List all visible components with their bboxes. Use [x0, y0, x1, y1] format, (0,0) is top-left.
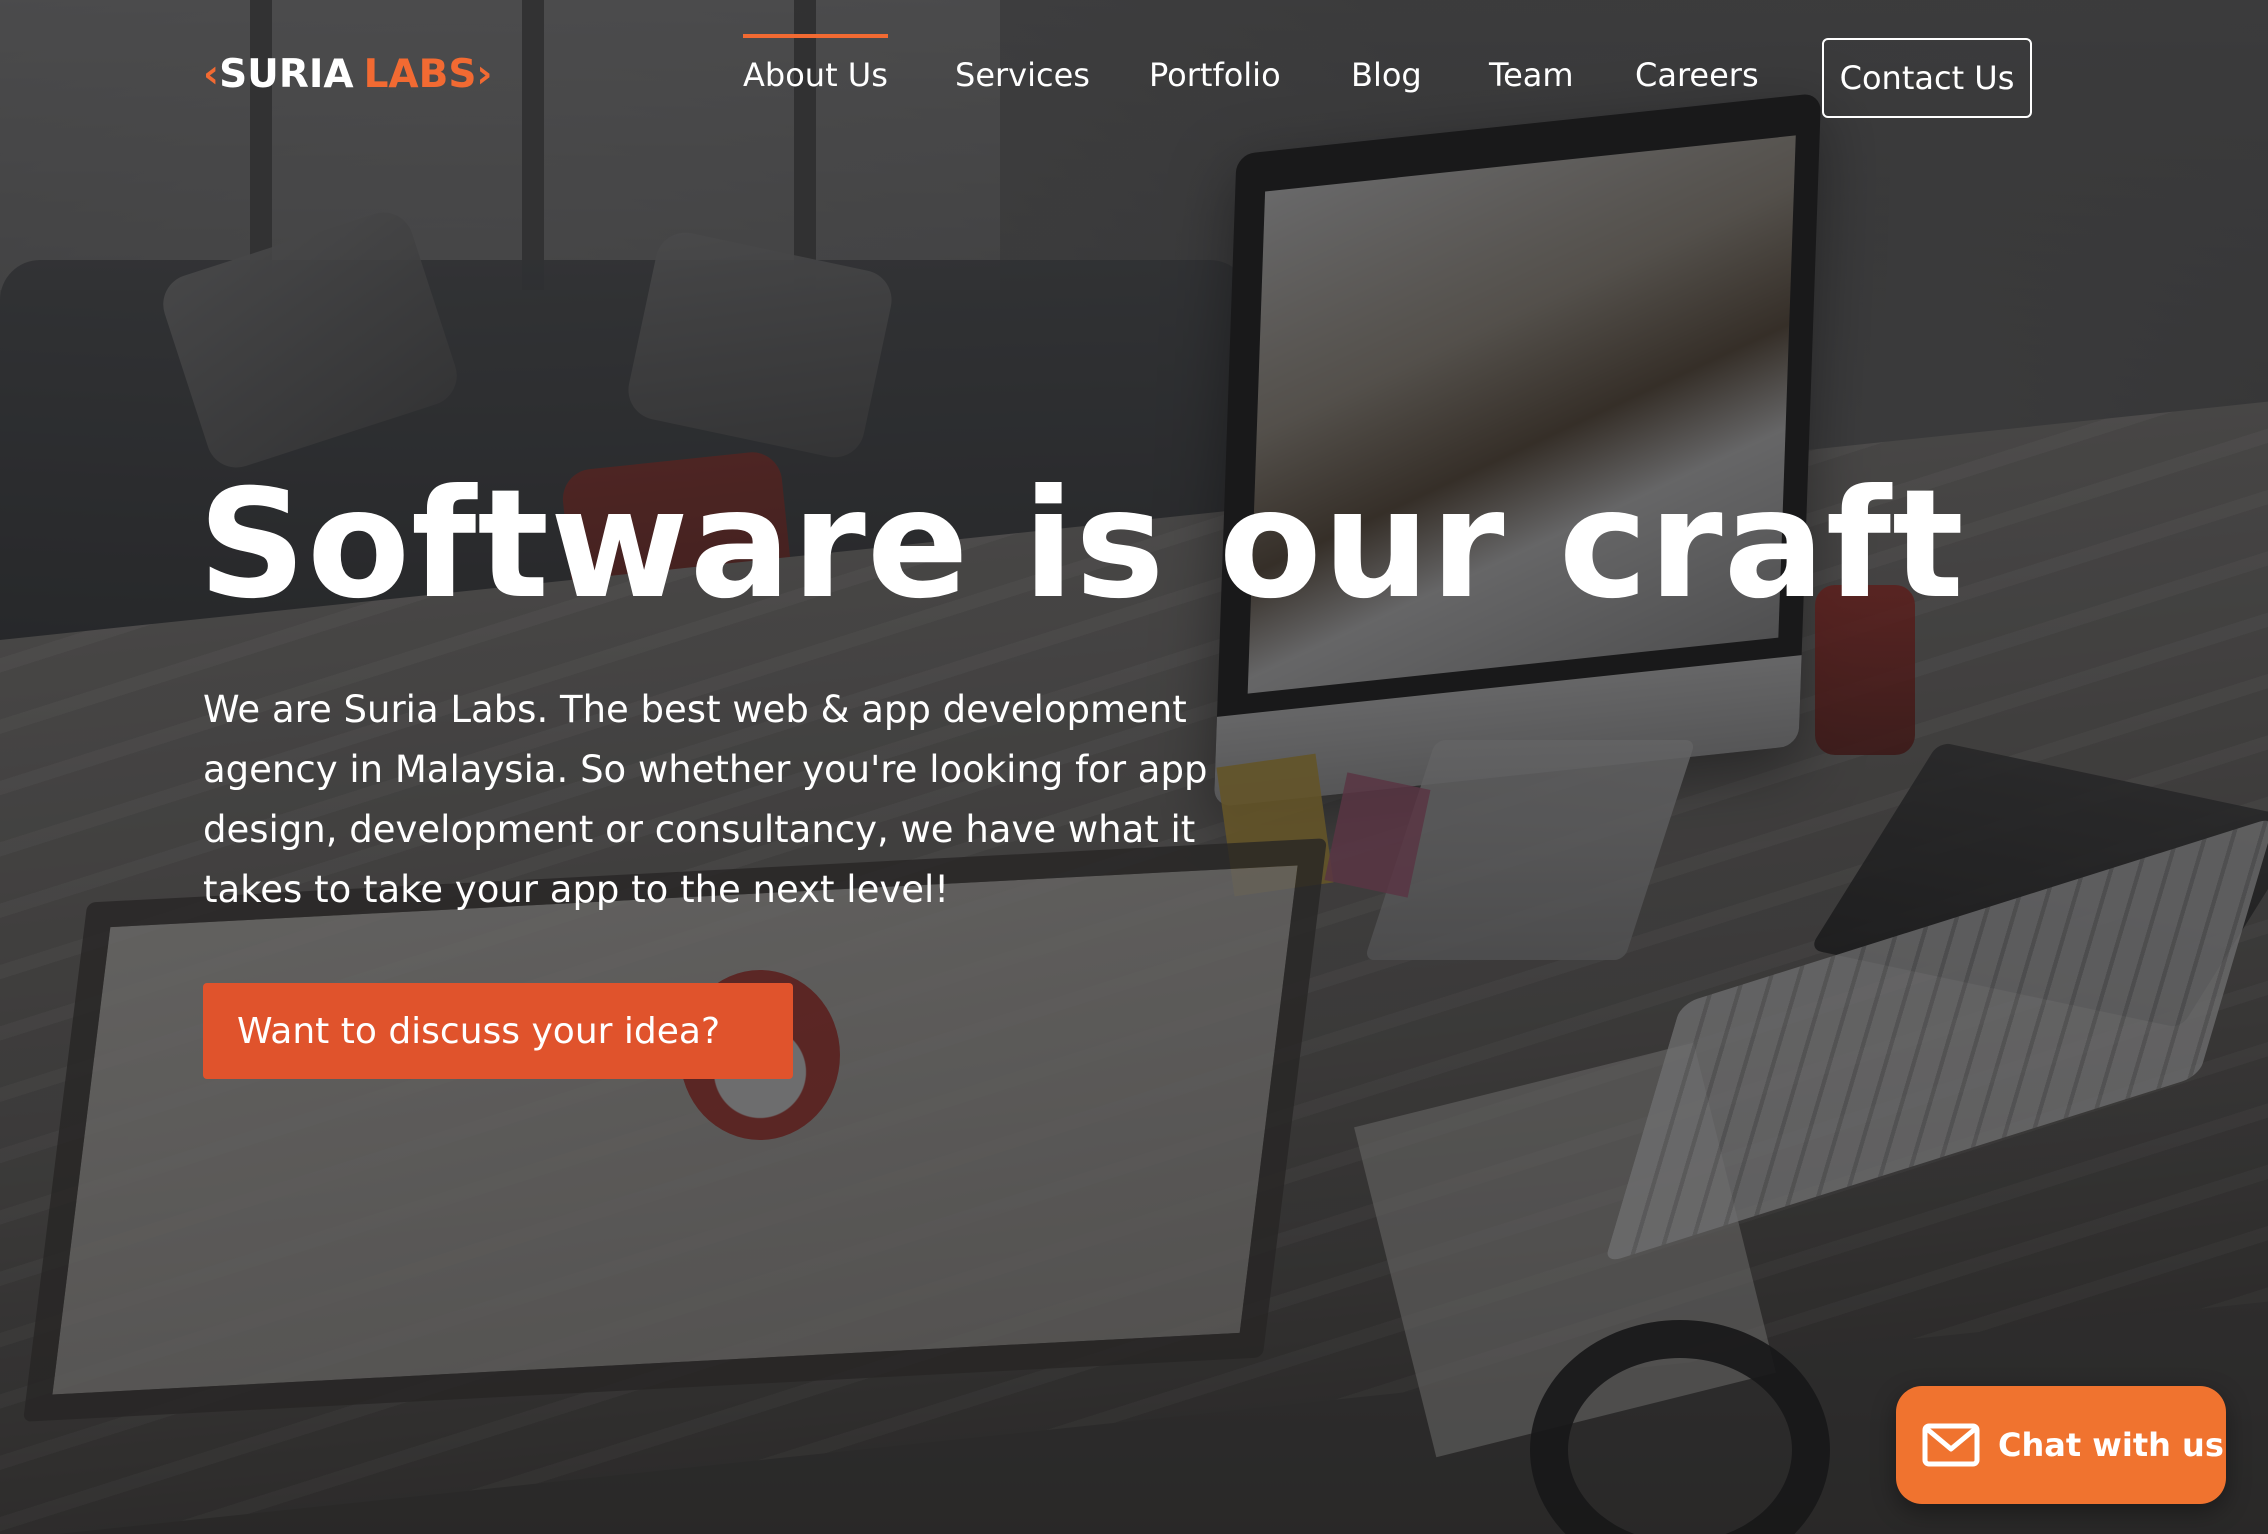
hero-title: Software is our craft — [198, 458, 1965, 632]
hero-description: We are Suria Labs. The best web & app de… — [203, 688, 1208, 911]
chat-label: Chat with us — [1998, 1426, 2224, 1464]
nav-item-team[interactable]: Team — [1489, 56, 1574, 94]
main-nav: About Us Services Portfolio Blog Team Ca… — [0, 0, 2268, 150]
envelope-icon — [1922, 1423, 1980, 1467]
nav-item-blog[interactable]: Blog — [1351, 56, 1422, 94]
nav-item-careers[interactable]: Careers — [1635, 56, 1759, 94]
chat-widget-button[interactable]: Chat with us — [1896, 1386, 2226, 1504]
site-header: ‹ SURIA LABS › About Us Services Portfol… — [0, 0, 2268, 150]
contact-us-button[interactable]: Contact Us — [1822, 38, 2032, 118]
discuss-idea-button[interactable]: Want to discuss your idea? — [203, 983, 793, 1079]
nav-item-portfolio[interactable]: Portfolio — [1149, 56, 1281, 94]
nav-item-about-us[interactable]: About Us — [743, 34, 888, 94]
nav-item-services[interactable]: Services — [955, 56, 1090, 94]
